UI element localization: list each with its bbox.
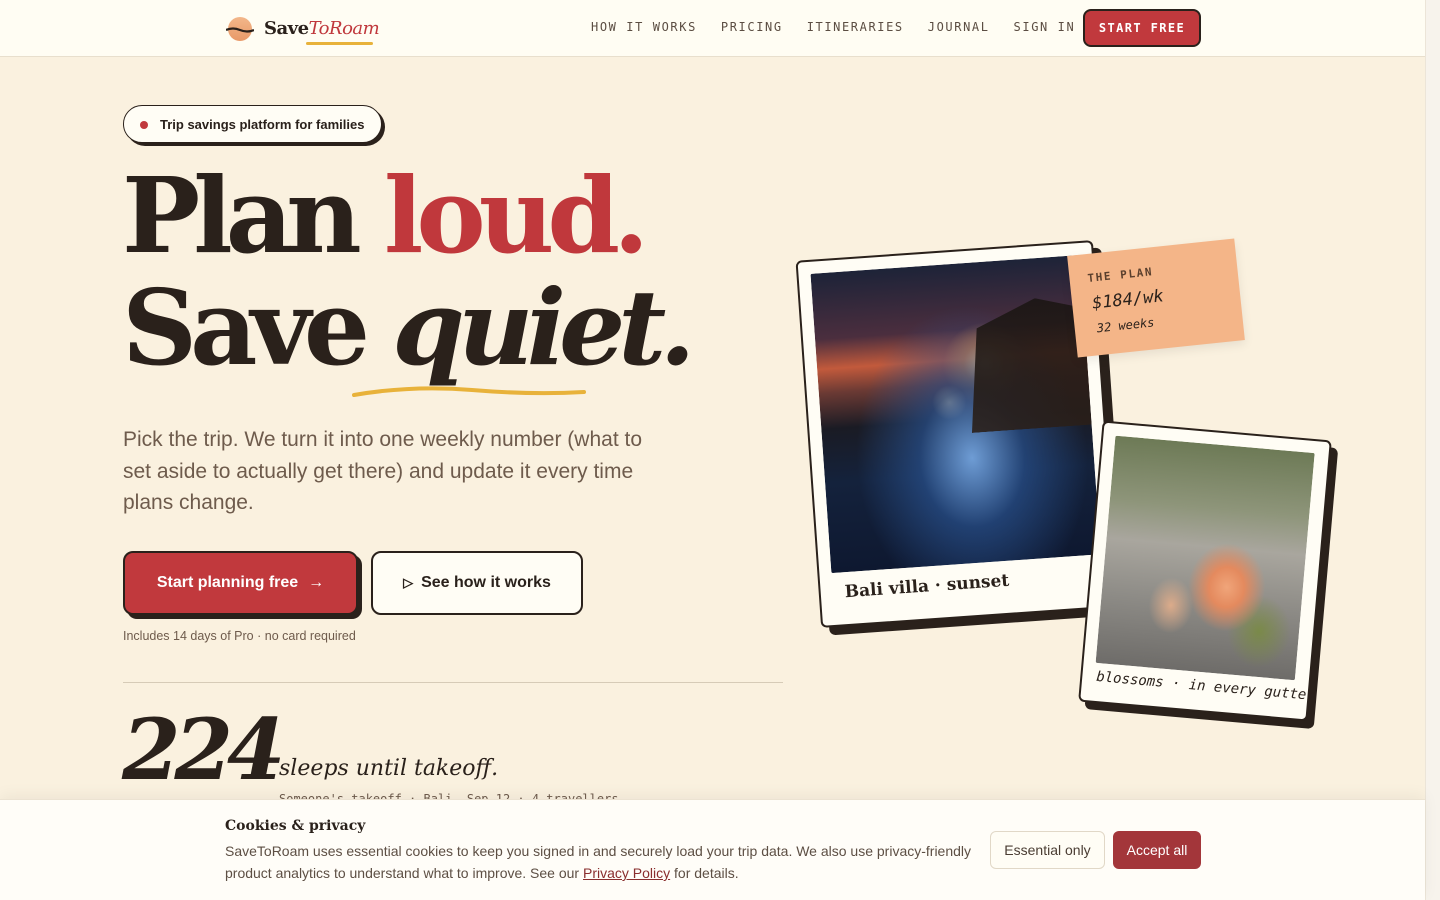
divider	[123, 682, 783, 683]
logo-word-main: Save	[264, 17, 309, 39]
tagline-pill: Trip savings platform for families	[123, 105, 383, 143]
note-label: THE PLAN	[1086, 265, 1154, 286]
trial-fineprint: Includes 14 days of Pro · no card requir…	[123, 629, 356, 643]
pill-label: Trip savings platform for families	[160, 116, 365, 132]
start-free-button[interactable]: START FREE	[1083, 9, 1201, 47]
plan-sticky-note: THE PLAN $184/wk 32 weeks	[1067, 238, 1245, 358]
page-scrollbar[interactable]	[1425, 0, 1440, 900]
bali-villa-photo	[810, 254, 1101, 574]
nav-link-journal[interactable]: JOURNAL	[928, 20, 990, 34]
arrow-right-icon: →	[308, 574, 325, 591]
privacy-policy-link[interactable]: Privacy Policy	[583, 865, 670, 881]
nav-link-pricing[interactable]: PRICING	[721, 20, 783, 34]
see-how-it-works-button[interactable]: ▷ See how it works	[371, 551, 583, 615]
countdown-value: 224	[122, 700, 285, 799]
cookie-text-tail: for details.	[670, 865, 739, 881]
cookie-title: Cookies & privacy	[225, 818, 366, 834]
logo-word-accent: ToRoam	[308, 17, 380, 39]
play-icon: ▷	[403, 575, 414, 590]
start-planning-button[interactable]: Start planning free →	[123, 551, 358, 615]
headline-loud: loud.	[383, 154, 649, 277]
nav-link-how-it-works[interactable]: HOW IT WORKS	[591, 20, 697, 34]
pill-dot-icon	[140, 121, 148, 129]
sunset-icon	[226, 14, 254, 42]
note-weekly-amount: $184/wk	[1091, 286, 1165, 314]
polaroid-blossoms: blossoms · in every gutter	[1078, 420, 1332, 722]
note-weeks: 32 weeks	[1096, 315, 1156, 336]
see-how-it-works-label: See how it works	[421, 574, 551, 591]
accept-all-button[interactable]: Accept all	[1113, 831, 1201, 869]
nav-links: HOW IT WORKS PRICING ITINERARIES JOURNAL…	[591, 20, 1099, 34]
polaroid-caption: Bali villa · sunset	[844, 570, 1010, 603]
countdown-label: sleeps until takeoff.	[279, 756, 499, 781]
headline-line-1: Plan loud.	[122, 160, 689, 272]
cookie-text: SaveToRoam uses essential cookies to kee…	[225, 840, 975, 884]
polaroid-bali-villa: Bali villa · sunset	[795, 240, 1119, 628]
cookie-banner: Cookies & privacy SaveToRoam uses essent…	[0, 799, 1425, 900]
logo-underline	[306, 41, 373, 45]
quiet-underline-squiggle	[352, 386, 586, 397]
nav-link-sign-in[interactable]: SIGN IN	[1014, 20, 1076, 34]
start-planning-label: Start planning free	[156, 574, 299, 591]
essential-only-button[interactable]: Essential only	[990, 831, 1105, 869]
hero-headline: Plan loud. Save quiet.	[122, 160, 696, 384]
logo[interactable]: SaveToRoam	[226, 14, 380, 45]
nav-link-itineraries[interactable]: ITINERARIES	[807, 20, 904, 34]
headline-line-2: Save quiet.	[122, 272, 696, 384]
top-nav: SaveToRoam HOW IT WORKS PRICING ITINERAR…	[0, 0, 1425, 57]
headline-quiet: quiet.	[392, 266, 695, 389]
blossoms-photo	[1095, 435, 1315, 681]
logo-wordmark: SaveToRoam	[264, 17, 380, 45]
headline-save: Save	[122, 266, 393, 389]
hero-subtext: Pick the trip. We turn it into one weekl…	[123, 428, 643, 514]
headline-plan: Plan	[122, 154, 384, 277]
